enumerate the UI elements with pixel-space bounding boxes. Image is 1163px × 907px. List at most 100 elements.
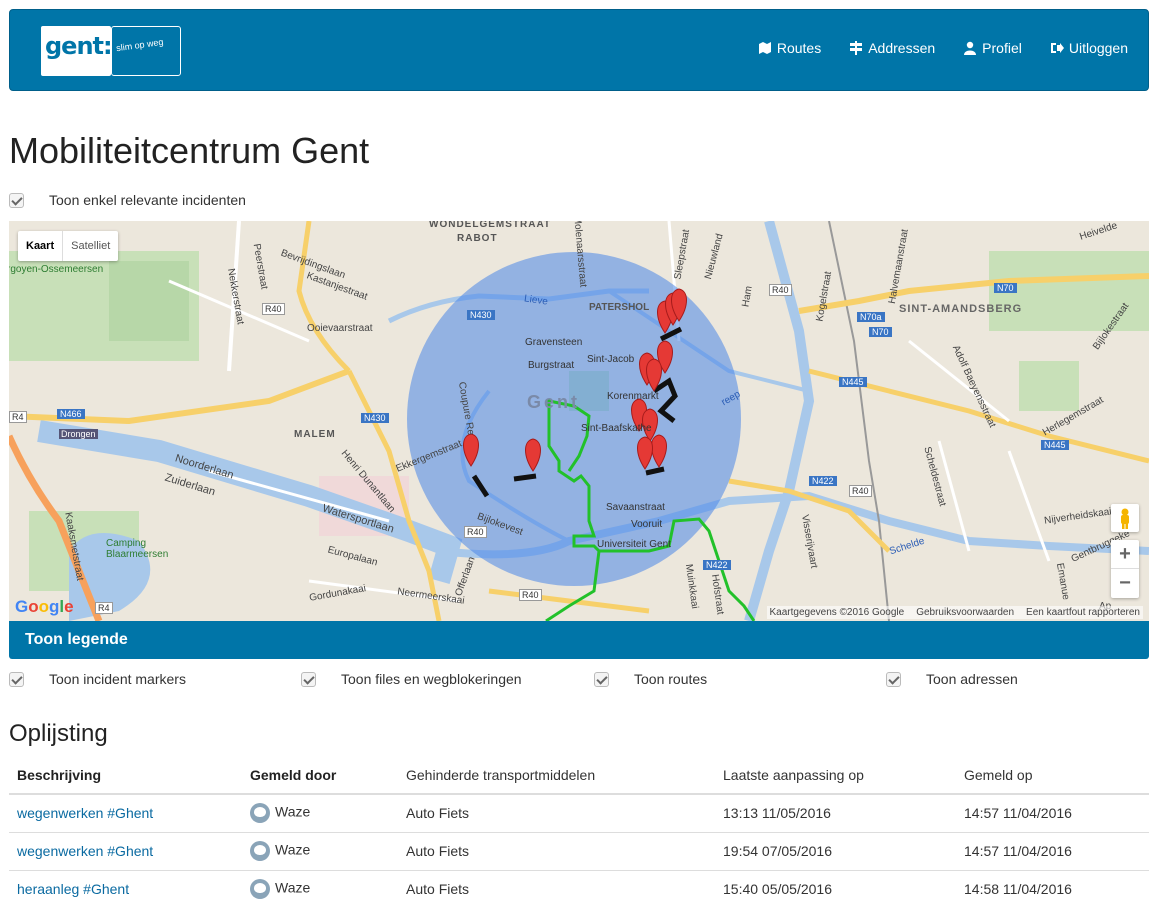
filter-label: Toon incident markers — [49, 671, 186, 687]
road-shield: N430 — [467, 310, 495, 320]
street-view-button[interactable] — [1111, 504, 1139, 532]
table-header-row: Beschrijving Gemeld door Gehinderde tran… — [9, 756, 1149, 795]
filter-traffic-jams[interactable]: Toon files en wegblokeringen — [301, 671, 522, 687]
road-shield: N422 — [809, 476, 837, 486]
incident-link[interactable]: wegenwerken #Ghent — [17, 843, 153, 859]
nav-routes[interactable]: Routes — [758, 40, 821, 56]
map-label: MALEM — [294, 429, 336, 440]
road-shield: R40 — [464, 526, 487, 538]
incident-map[interactable]: WONDELGEMSTRAAT RABOT PATERSHOL SINT-AMA… — [9, 221, 1149, 621]
reporter: Waze — [275, 841, 311, 858]
updated-at: 19:54 07/05/2016 — [715, 832, 956, 871]
nav-logout-label: Uitloggen — [1068, 40, 1128, 56]
road-shield: N445 — [839, 377, 867, 387]
map-label: Universiteit Gent — [597, 539, 671, 550]
pegman-icon — [1121, 508, 1129, 529]
road-shield: N430 — [361, 413, 389, 423]
map-label: Vooruit — [631, 519, 663, 530]
table-row: wegenwerken #Ghent Waze Auto Fiets 13:13… — [9, 794, 1149, 833]
logout-icon — [1050, 43, 1064, 53]
user-icon — [964, 41, 977, 55]
road-shield: N445 — [1041, 440, 1069, 450]
map-type-satelliet[interactable]: Satelliet — [62, 231, 118, 261]
map-label: Gravensteen — [525, 337, 583, 348]
map-icon — [758, 42, 771, 54]
map-label: SINT-AMANDSBERG — [899, 303, 1023, 315]
routes-checkbox[interactable] — [594, 671, 609, 687]
nav-profile-label: Profiel — [982, 40, 1022, 56]
waze-icon — [250, 879, 270, 899]
road-shield: R40 — [769, 284, 792, 296]
top-navbar: gent: slim op weg Routes Addressen Profi… — [9, 9, 1149, 91]
waze-icon — [250, 803, 270, 824]
logo-tagline: slim op weg — [115, 36, 164, 54]
nav-addresses[interactable]: Addressen — [849, 40, 935, 56]
updated-at: 15:40 05/05/2016 — [715, 870, 956, 907]
transport-modes: Auto Fiets — [398, 832, 715, 871]
filter-incident-markers[interactable]: Toon incident markers — [9, 671, 186, 687]
incident-link[interactable]: wegenwerken #Ghent — [17, 805, 153, 821]
incident-link[interactable]: heraanleg #Ghent — [17, 881, 129, 897]
relevant-label: Toon enkel relevante incidenten — [49, 192, 246, 208]
filter-addresses[interactable]: Toon adressen — [886, 671, 1018, 687]
reported-at: 14:57 11/04/2016 — [956, 794, 1149, 833]
map-attribution: Kaartgegevens ©2016 Google Gebruiksvoorw… — [766, 606, 1143, 619]
waze-icon — [250, 841, 270, 861]
road-shield: R40 — [519, 589, 542, 601]
map-label: Savaanstraat — [606, 502, 665, 513]
gent-logo[interactable]: gent: slim op weg — [41, 26, 181, 76]
filter-label: Toon adressen — [926, 671, 1018, 687]
map-label: Sint-Baafskathe — [581, 423, 652, 434]
terms-link[interactable]: Gebruiksvoorwaarden — [916, 607, 1014, 618]
table-row: wegenwerken #Ghent Waze Auto Fiets 19:54… — [9, 832, 1149, 871]
column-header[interactable]: Gemeld door — [242, 756, 398, 795]
map-label: Ooievaarstraat — [307, 323, 373, 334]
road-shield: R40 — [849, 485, 872, 497]
road-shield: R4 — [9, 411, 27, 423]
listing-title: Oplijsting — [9, 720, 108, 747]
legend-toggle[interactable]: Toon legende — [9, 621, 1149, 659]
filter-routes[interactable]: Toon routes — [594, 671, 707, 687]
map-label: Gent — [527, 392, 581, 412]
road-shield: N70 — [869, 327, 892, 337]
incident-table: Beschrijving Gemeld door Gehinderde tran… — [9, 756, 1149, 907]
column-header[interactable]: Beschrijving — [9, 756, 242, 795]
map-label: PATERSHOL — [589, 302, 650, 313]
relevant-checkbox[interactable] — [9, 192, 24, 208]
map-label: Drongen — [59, 429, 98, 439]
transport-modes: Auto Fiets — [398, 870, 715, 907]
road-shield: N70a — [857, 312, 885, 322]
addresses-checkbox[interactable] — [886, 671, 901, 687]
zoom-out-button[interactable]: − — [1111, 569, 1139, 598]
map-data-credit: Kaartgegevens ©2016 Google — [769, 607, 905, 618]
nav-profile[interactable]: Profiel — [963, 40, 1022, 56]
updated-at: 13:13 11/05/2016 — [715, 794, 956, 833]
map-label: Korenmarkt — [607, 391, 659, 402]
map-label: WONDELGEMSTRAAT — [429, 221, 552, 230]
road-shield: N70 — [994, 283, 1017, 293]
road-shield: N466 — [57, 409, 85, 419]
nav-routes-label: Routes — [776, 40, 822, 56]
road-shield: R40 — [262, 303, 285, 315]
report-error-link[interactable]: Een kaartfout rapporteren — [1026, 607, 1140, 618]
map-type-kaart[interactable]: Kaart — [18, 231, 62, 261]
traffic-jams-checkbox[interactable] — [301, 671, 316, 687]
column-header: Laatste aanpassing op — [715, 756, 956, 795]
relevant-incidents-filter[interactable]: Toon enkel relevante incidenten — [9, 192, 246, 208]
layer-filters: Toon incident markers Toon files en wegb… — [9, 671, 1149, 691]
map-label: Camping Blaarmeersen — [106, 538, 169, 560]
incident-markers-checkbox[interactable] — [9, 671, 24, 687]
nav-logout[interactable]: Uitloggen — [1050, 40, 1128, 56]
column-header: Gehinderde transportmiddelen — [398, 756, 715, 795]
reported-at: 14:57 11/04/2016 — [956, 832, 1149, 871]
map-type-control: Kaart Satelliet — [18, 231, 119, 261]
map-label: Burgstraat — [528, 360, 575, 371]
road-shield: R4 — [95, 602, 113, 614]
map-label: rgoyen-Ossemeersen — [9, 264, 104, 275]
filter-label: Toon files en wegblokeringen — [341, 671, 522, 687]
logo-text: gent: — [45, 32, 113, 60]
reporter: Waze — [275, 803, 311, 820]
zoom-in-button[interactable]: + — [1111, 540, 1139, 569]
google-logo[interactable]: Google — [15, 597, 74, 617]
table-row: heraanleg #Ghent Waze Auto Fiets 15:40 0… — [9, 870, 1149, 907]
